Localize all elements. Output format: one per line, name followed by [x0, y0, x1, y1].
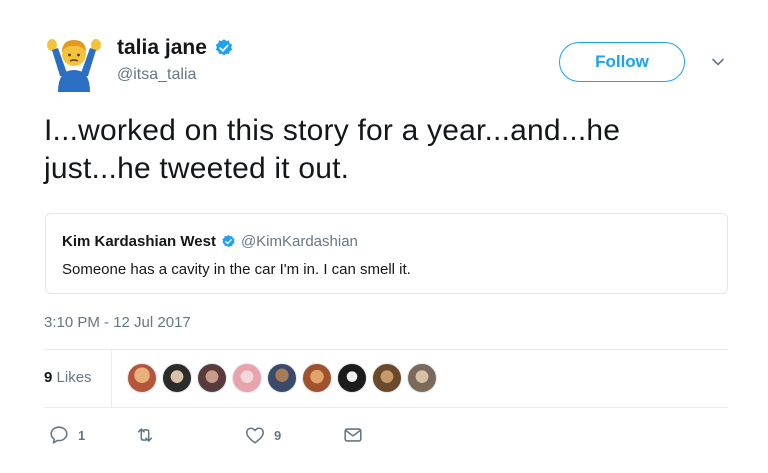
- liker-avatar[interactable]: [267, 363, 297, 393]
- likes-count[interactable]: 9 Likes: [44, 369, 92, 386]
- heart-icon: [245, 427, 265, 444]
- liker-avatar[interactable]: [162, 363, 192, 393]
- reply-icon: [50, 426, 68, 444]
- liker-avatar[interactable]: [337, 363, 367, 393]
- like-button[interactable]: 9: [244, 424, 281, 446]
- reply-count: 1: [78, 427, 86, 443]
- liker-avatar[interactable]: [407, 363, 437, 393]
- tweet-card: talia jane @itsa_talia Follow I...worked…: [0, 0, 768, 473]
- author-name[interactable]: talia jane: [117, 36, 207, 60]
- reply-button[interactable]: 1: [48, 424, 85, 446]
- verified-badge-icon: [222, 234, 235, 248]
- liker-avatar[interactable]: [372, 363, 402, 393]
- divider: [111, 349, 112, 407]
- likes-label: Likes: [56, 369, 92, 386]
- divider: [44, 349, 728, 350]
- liker-avatar[interactable]: [302, 363, 332, 393]
- retweet-button[interactable]: [134, 424, 164, 446]
- retweet-icon: [137, 428, 153, 442]
- tweet-text: I...worked on this story for a year...an…: [44, 114, 621, 185]
- quoted-author-handle: @KimKardashian: [240, 233, 358, 250]
- likes-number: 9: [44, 369, 53, 386]
- liker-avatars: [127, 363, 442, 393]
- like-count: 9: [274, 427, 282, 443]
- divider: [44, 407, 728, 408]
- quoted-tweet-text: Someone has a cavity in the car I'm in. …: [62, 261, 411, 278]
- liker-avatar[interactable]: [127, 363, 157, 393]
- quoted-tweet[interactable]: Kim Kardashian West @KimKardashian Someo…: [45, 213, 728, 294]
- message-icon: [344, 428, 362, 442]
- tweet-timestamp[interactable]: 3:10 PM - 12 Jul 2017: [44, 314, 191, 331]
- liker-avatar[interactable]: [197, 363, 227, 393]
- verified-badge-icon: [215, 39, 232, 56]
- chevron-down-icon[interactable]: [710, 54, 726, 70]
- author-handle[interactable]: @itsa_talia: [117, 66, 196, 84]
- author-name-row[interactable]: talia jane: [117, 36, 234, 60]
- author-avatar[interactable]: [44, 32, 104, 92]
- quoted-author-name: Kim Kardashian West: [62, 233, 216, 250]
- liker-avatar[interactable]: [232, 363, 262, 393]
- direct-message-button[interactable]: [342, 424, 364, 446]
- follow-button[interactable]: Follow: [559, 42, 685, 82]
- quoted-tweet-header: Kim Kardashian West @KimKardashian: [62, 233, 358, 250]
